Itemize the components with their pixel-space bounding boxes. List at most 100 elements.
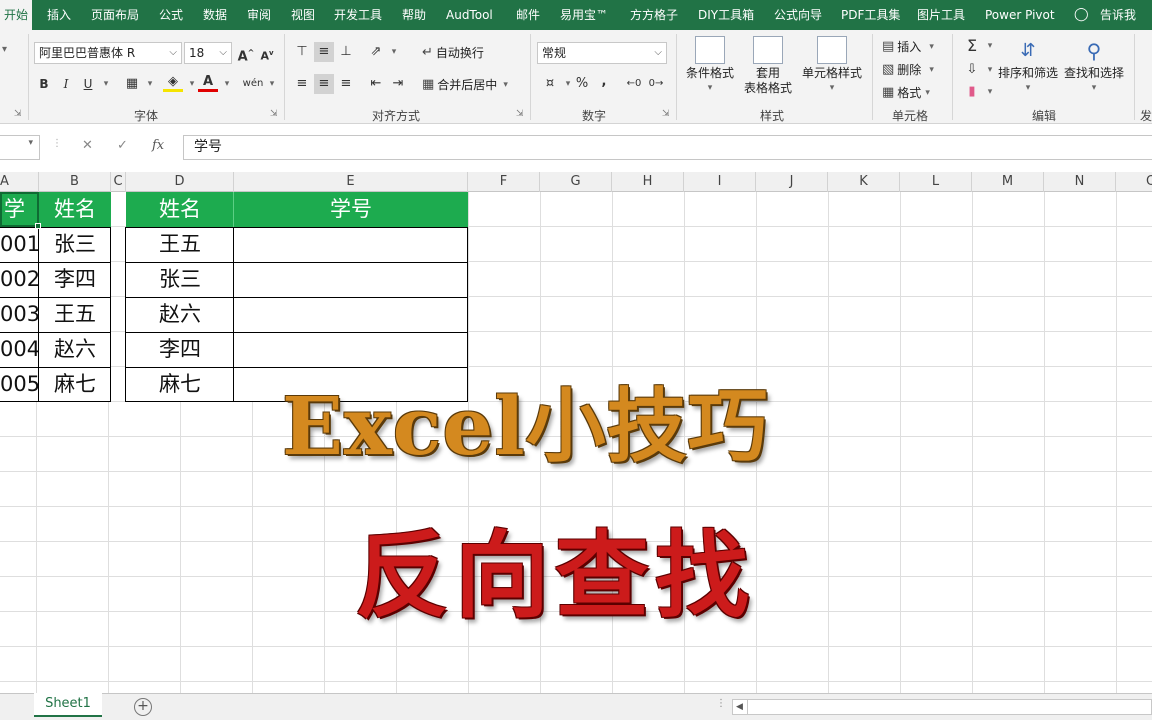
cancel-icon[interactable]: ✕ bbox=[82, 138, 93, 153]
tab-audtool[interactable]: AudTool bbox=[446, 0, 493, 30]
decrease-decimal-icon[interactable]: 0→ bbox=[646, 74, 666, 94]
tab-diy-toolbox[interactable]: DIY工具箱 bbox=[698, 0, 754, 30]
column-header-o[interactable]: O bbox=[1116, 172, 1152, 192]
orientation-icon[interactable]: ⇗ bbox=[366, 42, 386, 62]
shrink-font-button[interactable]: Av bbox=[257, 43, 277, 63]
font-launcher-icon[interactable]: ⇲ bbox=[270, 109, 278, 119]
tab-data[interactable]: 数据 bbox=[203, 0, 227, 30]
tab-ffcell[interactable]: 方方格子 bbox=[630, 0, 678, 30]
table1-cell-id[interactable]: 002 bbox=[0, 262, 40, 297]
column-header-h[interactable]: H bbox=[612, 172, 684, 192]
align-middle-icon[interactable]: ≡ bbox=[314, 42, 334, 62]
table2-cell-id[interactable] bbox=[234, 297, 468, 332]
cell-styles-button[interactable]: 单元格样式 ▾ bbox=[800, 36, 864, 96]
tab-developer[interactable]: 开发工具 bbox=[334, 0, 382, 30]
table2-cell-id[interactable] bbox=[234, 262, 468, 297]
autosum-icon[interactable]: Σ bbox=[962, 36, 982, 56]
table1-cell-id[interactable]: 001 bbox=[0, 227, 40, 262]
more-options-icon[interactable]: ⋮ bbox=[716, 698, 726, 709]
table2-cell-name[interactable]: 麻七 bbox=[126, 367, 234, 402]
tab-picture-tools[interactable]: 图片工具 bbox=[917, 0, 965, 30]
decrease-indent-icon[interactable]: ⇤ bbox=[366, 74, 386, 94]
table1-cell-name[interactable]: 王五 bbox=[39, 297, 111, 332]
format-as-table-button[interactable]: 套用 表格格式 bbox=[738, 36, 798, 96]
clear-eraser-icon[interactable]: ▮ bbox=[962, 82, 982, 102]
name-box[interactable]: ▾ bbox=[0, 135, 40, 160]
clipboard-launcher-icon[interactable]: ⇲ bbox=[14, 109, 22, 119]
add-sheet-button[interactable]: + bbox=[134, 698, 152, 716]
column-header-g[interactable]: G bbox=[540, 172, 612, 192]
font-name-combo[interactable]: 阿里巴巴普惠体 R ⌵ bbox=[34, 42, 182, 64]
sort-filter-button[interactable]: ⇵ 排序和筛选 ▾ bbox=[996, 36, 1060, 96]
align-center-icon[interactable]: ≡ bbox=[314, 74, 334, 94]
table2-header-id[interactable]: 学号 bbox=[234, 192, 468, 227]
alignment-launcher-icon[interactable]: ⇲ bbox=[516, 109, 524, 119]
chevron-down-icon[interactable]: ▾ bbox=[262, 74, 282, 94]
fill-color-icon[interactable]: ◈ bbox=[163, 72, 183, 92]
tab-formulas[interactable]: 公式 bbox=[159, 0, 183, 30]
tab-power-pivot[interactable]: Power Pivot bbox=[985, 0, 1055, 30]
tab-home[interactable]: 开始 bbox=[0, 0, 33, 30]
merge-center-button[interactable]: ▦ 合并后居中 ▾ bbox=[422, 76, 508, 93]
table1-cell-name[interactable]: 李四 bbox=[39, 262, 111, 297]
insert-cells-button[interactable]: ▤ 插入 ▾ bbox=[882, 38, 934, 55]
confirm-icon[interactable]: ✓ bbox=[117, 138, 128, 153]
chevron-down-icon[interactable]: ▾ bbox=[217, 74, 237, 94]
table1-cell-id[interactable]: 005 bbox=[0, 367, 40, 402]
column-header-l[interactable]: L bbox=[900, 172, 972, 192]
table2-cell-name[interactable]: 王五 bbox=[126, 227, 234, 262]
comma-button[interactable]: , bbox=[594, 72, 614, 92]
tab-pdf-tools[interactable]: PDF工具集 bbox=[841, 0, 900, 30]
column-header-m[interactable]: M bbox=[972, 172, 1044, 192]
sheet-tab-sheet1[interactable]: Sheet1 bbox=[34, 693, 102, 717]
increase-decimal-icon[interactable]: ←0 bbox=[624, 74, 644, 94]
bold-button[interactable]: B bbox=[34, 74, 54, 94]
formula-input[interactable]: 学号 bbox=[183, 135, 1152, 160]
font-size-combo[interactable]: 18 ⌵ bbox=[184, 42, 232, 64]
conditional-format-button[interactable]: 条件格式 ▾ bbox=[682, 36, 738, 96]
tab-easyuse[interactable]: 易用宝™ bbox=[560, 0, 608, 30]
percent-button[interactable]: % bbox=[572, 74, 592, 94]
fill-down-icon[interactable]: ⇩ bbox=[962, 60, 982, 80]
table1-header-name[interactable]: 姓名 bbox=[39, 192, 111, 227]
column-header-c[interactable]: C bbox=[111, 172, 126, 192]
align-right-icon[interactable]: ≡ bbox=[336, 74, 356, 94]
column-header-f[interactable]: F bbox=[468, 172, 540, 192]
table1-cell-name[interactable]: 张三 bbox=[39, 227, 111, 262]
align-left-icon[interactable]: ≡ bbox=[292, 74, 312, 94]
tab-tell-me[interactable]: 告诉我 bbox=[1100, 0, 1136, 30]
increase-indent-icon[interactable]: ⇥ bbox=[388, 74, 408, 94]
grow-font-button[interactable]: A^ bbox=[236, 43, 256, 64]
table2-header-name[interactable]: 姓名 bbox=[126, 192, 234, 227]
table2-cell-id[interactable] bbox=[234, 227, 468, 262]
italic-button[interactable]: I bbox=[56, 74, 76, 94]
tab-page-layout[interactable]: 页面布局 bbox=[91, 0, 139, 30]
scroll-left-icon[interactable]: ◀ bbox=[736, 700, 743, 714]
tab-help[interactable]: 帮助 bbox=[402, 0, 426, 30]
horizontal-scrollbar[interactable]: ◀ bbox=[732, 699, 1152, 715]
tab-review[interactable]: 审阅 bbox=[247, 0, 271, 30]
tab-mailings[interactable]: 邮件 bbox=[516, 0, 540, 30]
clipboard-chevron-icon[interactable]: ▾ bbox=[2, 44, 7, 55]
column-header-k[interactable]: K bbox=[828, 172, 900, 192]
column-header-j[interactable]: J bbox=[756, 172, 828, 192]
table2-cell-name[interactable]: 赵六 bbox=[126, 297, 234, 332]
column-header-a[interactable]: A bbox=[0, 172, 39, 192]
align-top-icon[interactable]: ⊤ bbox=[292, 42, 312, 62]
wrap-text-button[interactable]: ↵ 自动换行 bbox=[422, 44, 484, 61]
format-cells-button[interactable]: ▦ 格式 ▾ bbox=[882, 84, 930, 101]
chevron-down-icon[interactable]: ▾ bbox=[384, 42, 404, 62]
tab-insert[interactable]: 插入 bbox=[47, 0, 71, 30]
column-header-b[interactable]: B bbox=[39, 172, 111, 192]
find-select-button[interactable]: ⚲ 查找和选择 ▾ bbox=[1062, 36, 1126, 96]
table1-cell-name[interactable]: 赵六 bbox=[39, 332, 111, 367]
tab-formula-wizard[interactable]: 公式向导 bbox=[774, 0, 822, 30]
column-header-n[interactable]: N bbox=[1044, 172, 1116, 192]
column-header-i[interactable]: I bbox=[684, 172, 756, 192]
underline-button[interactable]: U bbox=[78, 74, 98, 94]
chevron-down-icon[interactable]: ▾ bbox=[96, 74, 116, 94]
chevron-down-icon[interactable]: ▾ bbox=[140, 74, 160, 94]
tab-view[interactable]: 视图 bbox=[291, 0, 315, 30]
currency-icon[interactable]: ¤ bbox=[540, 74, 560, 94]
table1-cell-id[interactable]: 003 bbox=[0, 297, 40, 332]
